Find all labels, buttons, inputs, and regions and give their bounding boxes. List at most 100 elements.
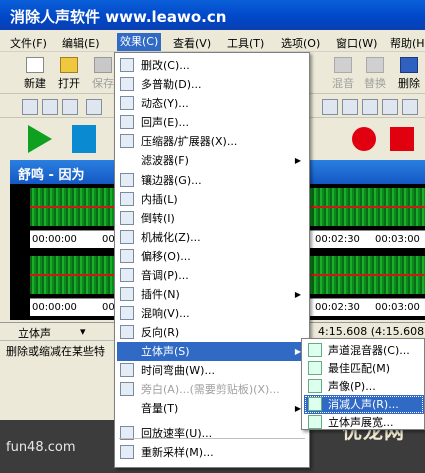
- effects-menu-item[interactable]: 多普勒(D)...: [117, 75, 307, 94]
- tool-echo-icon[interactable]: [62, 99, 78, 115]
- status-hint: 删除或缩减在某些特: [6, 345, 105, 358]
- window-title: 消除人声软件 www.leawo.cn: [0, 0, 425, 30]
- resample-icon: [120, 445, 134, 459]
- save-icon: [94, 57, 112, 73]
- mix-icon: [334, 57, 352, 73]
- stereo-effect-icon: [308, 397, 322, 411]
- effects-menu-label: 删改(C)...: [141, 59, 190, 72]
- reverb-icon: [120, 306, 134, 320]
- stereo-submenu-item[interactable]: 声道混音器(C)...: [304, 341, 424, 360]
- menu-view[interactable]: 查看(V): [173, 35, 211, 51]
- effects-menu-label: 音调(P)...: [141, 269, 189, 282]
- effects-menu-item[interactable]: 滤波器(F) ▶: [117, 151, 307, 170]
- effects-menu-label: 插件(N): [141, 288, 180, 301]
- tool-e-icon[interactable]: [402, 99, 418, 115]
- menu-effects[interactable]: 效果(C): [117, 33, 162, 51]
- replace-button[interactable]: 替换: [358, 57, 392, 91]
- play-to-end-icon[interactable]: [72, 125, 96, 153]
- channel-mode-select[interactable]: 立体声: [18, 325, 51, 341]
- effects-menu-label: 重新采样(M)...: [141, 446, 214, 459]
- stereo-submenu: 声道混音器(C)... 最佳匹配(M) 声像(P)... 消减人声(R)... 立体声展…: [301, 338, 425, 430]
- effects-menu-label: 时间弯曲(W)...: [141, 364, 215, 377]
- stereo-submenu-item[interactable]: 消减人声(R)...: [304, 395, 424, 414]
- menu-window[interactable]: 窗口(W): [336, 35, 377, 51]
- menu-separator: [119, 438, 305, 439]
- tool-compress-icon[interactable]: [86, 99, 102, 115]
- delete-icon: [400, 57, 418, 73]
- stereo-submenu-label: 最佳匹配(M): [328, 362, 391, 375]
- effects-menu-item[interactable]: 旁白(A)...(需要剪贴板)(X)...: [117, 380, 307, 399]
- mix-button[interactable]: 混音: [326, 57, 360, 91]
- effects-menu-item[interactable]: 机械化(Z)...: [117, 228, 307, 247]
- effects-menu-item[interactable]: 重新采样(M)...: [117, 443, 307, 462]
- flanger-icon: [120, 173, 134, 187]
- record-icon[interactable]: [352, 127, 376, 151]
- tool-a-icon[interactable]: [322, 99, 338, 115]
- menu-help[interactable]: 帮助(H): [390, 35, 425, 51]
- effects-menu-label: 回声(E)...: [141, 116, 190, 129]
- new-file-icon: [26, 57, 44, 73]
- chevron-down-icon[interactable]: ▾: [80, 325, 86, 338]
- menu-tools[interactable]: 工具(T): [227, 35, 264, 51]
- replace-icon: [366, 57, 384, 73]
- effects-menu-item[interactable]: 回放速率(U)...: [117, 424, 307, 443]
- effects-menu-item[interactable]: 音量(T) ▶: [117, 399, 307, 418]
- effects-menu-item[interactable]: 反向(R): [117, 323, 307, 342]
- effects-menu-item[interactable]: 偏移(O)...: [117, 247, 307, 266]
- interpolate-icon: [120, 192, 134, 206]
- mechanize-icon: [120, 230, 134, 244]
- tool-cut-icon[interactable]: [22, 99, 38, 115]
- shift-icon: [120, 249, 134, 263]
- stereo-effect-icon: [308, 379, 322, 393]
- effects-menu-item[interactable]: 删改(C)...: [117, 56, 307, 75]
- effects-menu-item[interactable]: 内插(L): [117, 190, 307, 209]
- effects-menu-label: 倒转(I): [141, 212, 175, 225]
- tool-d-icon[interactable]: [382, 99, 398, 115]
- submenu-arrow-icon: ▶: [294, 156, 301, 165]
- dynamic-icon: [120, 96, 134, 110]
- stereo-effect-icon: [308, 343, 322, 357]
- tool-b-icon[interactable]: [342, 99, 358, 115]
- blank-icon: [120, 401, 134, 415]
- effects-menu-item[interactable]: 插件(N) ▶: [117, 285, 307, 304]
- stereo-submenu-item[interactable]: 最佳匹配(M): [304, 359, 424, 378]
- effects-menu-label: 滤波器(F): [141, 154, 189, 167]
- compressor-icon: [120, 134, 134, 148]
- delete-button[interactable]: 删除: [392, 57, 425, 91]
- effects-menu-label: 压缩器/扩展器(X)...: [141, 135, 238, 148]
- echo-icon: [120, 115, 134, 129]
- effects-menu-item[interactable]: 倒转(I): [117, 209, 307, 228]
- narrate-icon: [120, 382, 134, 396]
- new-button[interactable]: 新建: [18, 57, 52, 91]
- tool-c-icon[interactable]: [362, 99, 378, 115]
- effects-menu-label: 音量(T): [141, 402, 179, 415]
- tool-dynamic-icon[interactable]: [42, 99, 58, 115]
- effects-menu-item[interactable]: 动态(Y)...: [117, 94, 307, 113]
- effects-menu-item[interactable]: 音调(P)...: [117, 266, 307, 285]
- play-icon[interactable]: [28, 125, 52, 153]
- footer-site: fun48.com: [6, 440, 76, 455]
- stereo-submenu-item[interactable]: 立体声展宽...: [304, 413, 424, 432]
- effects-menu-label: 机械化(Z)...: [141, 231, 201, 244]
- effects-menu-item[interactable]: 立体声(S) ▶: [117, 342, 307, 361]
- effects-menu-item[interactable]: 压缩器/扩展器(X)...: [117, 132, 307, 151]
- plugin-icon: [120, 287, 134, 301]
- blank-icon: [120, 344, 134, 358]
- open-button[interactable]: 打开: [52, 57, 86, 91]
- effects-menu-label: 反向(R): [141, 326, 180, 339]
- effects-menu-item[interactable]: 时间弯曲(W)...: [117, 361, 307, 380]
- effects-menu-item[interactable]: 混响(V)...: [117, 304, 307, 323]
- stereo-submenu-item[interactable]: 声像(P)...: [304, 377, 424, 396]
- stereo-submenu-label: 消减人声(R)...: [328, 398, 399, 411]
- effects-menu-label: 立体声(S): [141, 345, 190, 358]
- menu-options[interactable]: 选项(O): [281, 35, 320, 51]
- menu-file[interactable]: 文件(F): [10, 35, 47, 51]
- effects-menu-item[interactable]: 镶边器(G)...: [117, 171, 307, 190]
- menu-edit[interactable]: 编辑(E): [62, 35, 100, 51]
- stop-record-icon[interactable]: [390, 127, 414, 151]
- tone-icon: [120, 268, 134, 282]
- reverse-arrow-icon: [120, 325, 134, 339]
- effects-menu-item[interactable]: 回声(E)...: [117, 113, 307, 132]
- effects-menu-label: 镶边器(G)...: [141, 174, 202, 187]
- effects-menu-label: 回放速率(U)...: [141, 427, 213, 440]
